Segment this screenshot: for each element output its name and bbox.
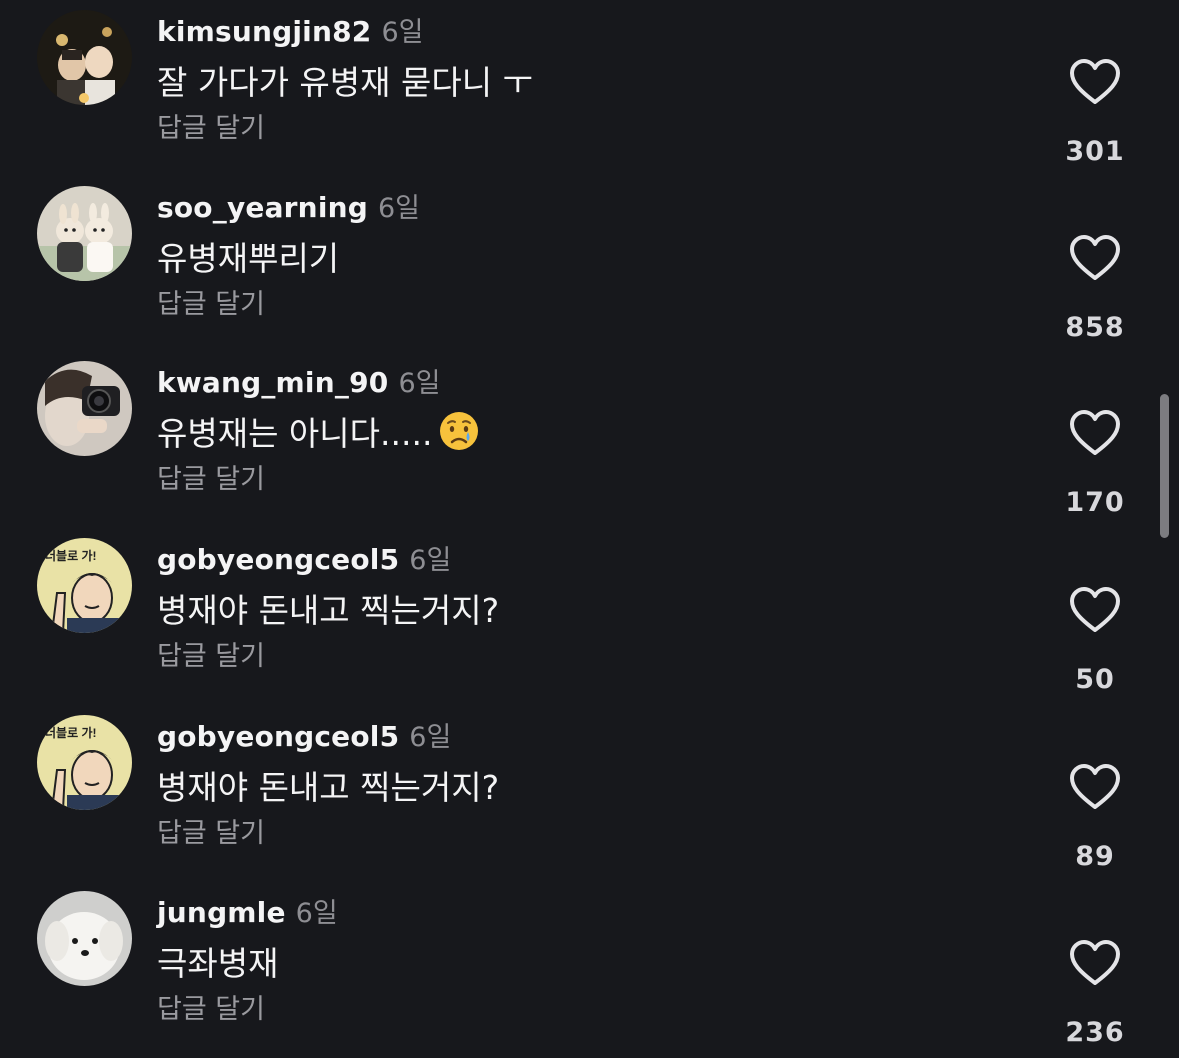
username[interactable]: gobyeongceol5 xyxy=(157,543,399,576)
comment-item: kwang_min_90 6일 유병재는 아니다..... 답글 달기 170 xyxy=(0,351,1150,528)
avatar[interactable] xyxy=(37,10,132,105)
comment-text: 잘 가다가 유병재 묻다니 ㅜ xyxy=(157,56,533,104)
scrollbar-thumb[interactable] xyxy=(1160,394,1169,538)
username[interactable]: gobyeongceol5 xyxy=(157,720,399,753)
username[interactable]: soo_yearning xyxy=(157,191,368,224)
timestamp: 6일 xyxy=(381,17,424,48)
comment-text-content: 병재야 돈내고 찍는거지? xyxy=(157,591,500,630)
avatar[interactable] xyxy=(37,891,132,986)
comment-text: 병재야 돈내고 찍는거지? xyxy=(157,761,499,809)
like-count: 236 xyxy=(1065,1017,1125,1048)
timestamp: 6일 xyxy=(295,898,338,929)
comment-item: kimsungjin82 6일 잘 가다가 유병재 묻다니 ㅜ 답글 달기 30… xyxy=(0,0,1150,177)
username[interactable]: kwang_min_90 xyxy=(157,366,388,399)
comment-text-content: 잘 가다가 유병재 묻다니 ㅜ xyxy=(157,63,533,102)
timestamp: 6일 xyxy=(409,545,452,576)
username[interactable]: jungmle xyxy=(157,896,286,929)
timestamp: 6일 xyxy=(398,368,441,399)
like-count: 301 xyxy=(1065,136,1125,167)
like-control: 89 xyxy=(1055,763,1135,873)
avatar[interactable] xyxy=(37,361,132,456)
comment-text: 유병재뿌리기 xyxy=(157,232,339,280)
like-control: 170 xyxy=(1055,409,1135,519)
crying-face-emoji xyxy=(438,410,480,452)
like-control: 50 xyxy=(1055,586,1135,696)
reply-button[interactable]: 답글 달기 xyxy=(157,987,265,1026)
username[interactable]: kimsungjin82 xyxy=(157,15,371,48)
like-count: 170 xyxy=(1065,487,1125,518)
like-count: 50 xyxy=(1075,664,1115,695)
avatar[interactable] xyxy=(37,186,132,281)
avatar[interactable]: 더블로 가! xyxy=(37,538,132,633)
like-control: 858 xyxy=(1055,234,1135,344)
comment-text: 극좌병재 xyxy=(157,937,278,985)
reply-button[interactable]: 답글 달기 xyxy=(157,457,265,496)
heart-outline-icon[interactable] xyxy=(1069,234,1121,282)
comment-item: jungmle 6일 극좌병재 답글 달기 236 xyxy=(0,881,1150,1058)
comment-item: 더블로 가! gobyeongceol5 6일 병재야 돈내고 찍는거지? 답글… xyxy=(0,528,1150,705)
reply-button[interactable]: 답글 달기 xyxy=(157,634,265,673)
comment-text-content: 유병재뿌리기 xyxy=(157,239,340,278)
heart-outline-icon[interactable] xyxy=(1069,58,1121,106)
like-control: 301 xyxy=(1055,58,1135,168)
comment-text: 병재야 돈내고 찍는거지? xyxy=(157,584,499,632)
timestamp: 6일 xyxy=(409,722,452,753)
comment-item: 더블로 가! gobyeongceol5 6일 병재야 돈내고 찍는거지? 답글… xyxy=(0,705,1150,882)
avatar[interactable]: 더블로 가! xyxy=(37,715,132,810)
heart-outline-icon[interactable] xyxy=(1069,939,1121,987)
comment-text-content: 극좌병재 xyxy=(157,944,279,983)
avatar-caption: 더블로 가! xyxy=(45,725,97,740)
comment-list: kimsungjin82 6일 잘 가다가 유병재 묻다니 ㅜ 답글 달기 30… xyxy=(0,0,1179,1048)
comment-text-content: 병재야 돈내고 찍는거지? xyxy=(157,768,500,807)
avatar-caption: 더블로 가! xyxy=(45,548,97,563)
like-count: 89 xyxy=(1075,841,1115,872)
heart-outline-icon[interactable] xyxy=(1069,409,1121,457)
like-control: 236 xyxy=(1055,939,1135,1049)
comment-text: 유병재는 아니다..... xyxy=(157,407,480,455)
reply-button[interactable]: 답글 달기 xyxy=(157,106,265,145)
comment-text-content: 유병재는 아니다..... xyxy=(157,414,433,453)
reply-button[interactable]: 답글 달기 xyxy=(157,282,265,321)
like-count: 858 xyxy=(1065,312,1125,343)
timestamp: 6일 xyxy=(378,193,421,224)
comment-item: soo_yearning 6일 유병재뿌리기 답글 달기 858 xyxy=(0,176,1150,353)
reply-button[interactable]: 답글 달기 xyxy=(157,811,265,850)
heart-outline-icon[interactable] xyxy=(1069,586,1121,634)
heart-outline-icon[interactable] xyxy=(1069,763,1121,811)
